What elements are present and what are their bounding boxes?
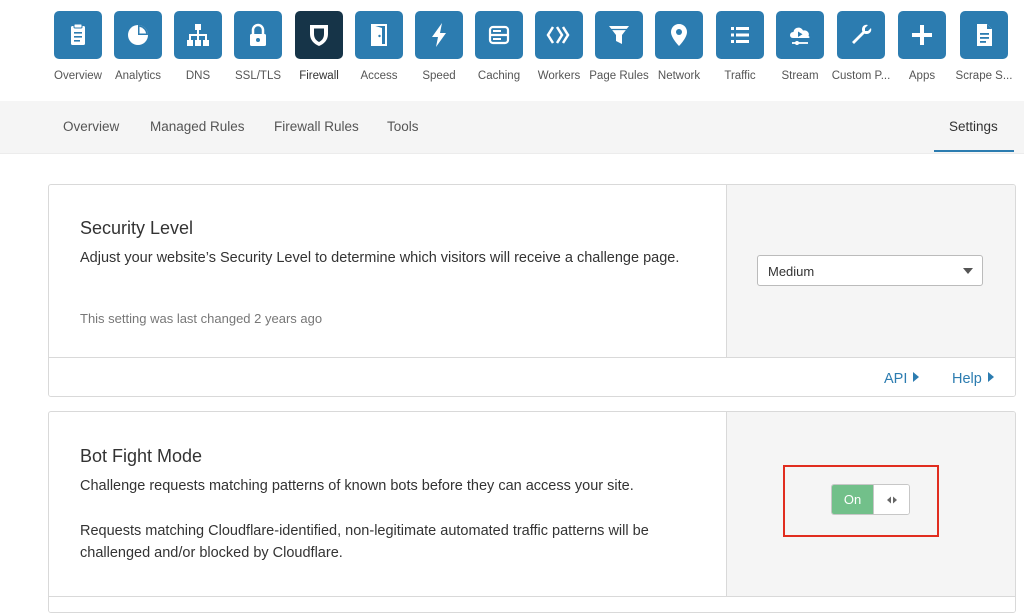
app-scrape-shield[interactable]: Scrape S... bbox=[954, 11, 1014, 82]
location-pin-icon bbox=[655, 11, 703, 59]
api-link-label: API bbox=[884, 371, 908, 387]
security-level-select[interactable]: Medium bbox=[757, 255, 983, 286]
security-level-description: Adjust your website’s Security Level to … bbox=[80, 250, 680, 266]
door-icon bbox=[355, 11, 403, 59]
security-level-select-value: Medium bbox=[768, 264, 815, 279]
highlight-box bbox=[783, 465, 939, 537]
network-tree-icon bbox=[174, 11, 222, 59]
tab-firewall-rules[interactable]: Firewall Rules bbox=[274, 119, 359, 134]
app-page-rules[interactable]: Page Rules bbox=[589, 11, 649, 82]
app-access[interactable]: Access bbox=[349, 11, 409, 82]
api-link[interactable]: API bbox=[884, 371, 920, 387]
app-label: SSL/TLS bbox=[234, 70, 282, 82]
app-label: Stream bbox=[781, 70, 819, 82]
workers-icon bbox=[535, 11, 583, 59]
app-label: Custom P... bbox=[831, 70, 891, 82]
bot-fight-mode-description: Challenge requests matching patterns of … bbox=[80, 478, 634, 494]
pie-chart-icon bbox=[114, 11, 162, 59]
security-level-footer: API Help bbox=[49, 357, 1015, 396]
security-level-card: Security Level Adjust your website’s Sec… bbox=[48, 184, 1016, 397]
app-analytics[interactable]: Analytics bbox=[108, 11, 168, 82]
bot-fight-mode-card: Bot Fight Mode Challenge requests matchi… bbox=[48, 411, 1016, 613]
bot-fight-mode-footer bbox=[49, 596, 1015, 612]
security-level-title: Security Level bbox=[80, 218, 194, 238]
security-level-control: Medium bbox=[726, 185, 1015, 357]
security-level-body: Security Level Adjust your website’s Sec… bbox=[49, 185, 726, 357]
app-label: Network bbox=[657, 70, 701, 82]
app-workers[interactable]: Workers bbox=[529, 11, 589, 82]
chevron-down-icon bbox=[963, 268, 973, 274]
app-ssl-tls[interactable]: SSL/TLS bbox=[228, 11, 288, 82]
app-speed[interactable]: Speed bbox=[409, 11, 469, 82]
app-firewall[interactable]: Firewall bbox=[289, 11, 349, 82]
tab-settings[interactable]: Settings bbox=[949, 119, 998, 134]
bot-fight-mode-detail: Requests matching Cloudflare-identified,… bbox=[80, 523, 649, 561]
bot-fight-mode-title: Bot Fight Mode bbox=[80, 446, 203, 466]
help-link[interactable]: Help bbox=[952, 371, 994, 387]
caret-right-icon bbox=[987, 372, 994, 382]
app-apps[interactable]: Apps bbox=[892, 11, 952, 82]
app-custom-pages[interactable]: Custom P... bbox=[831, 11, 891, 82]
firewall-subnav: Overview Managed Rules Firewall Rules To… bbox=[0, 101, 1024, 154]
document-icon bbox=[960, 11, 1008, 59]
tab-overview[interactable]: Overview bbox=[63, 119, 119, 134]
plus-icon bbox=[898, 11, 946, 59]
caret-right-icon bbox=[913, 372, 920, 382]
app-overview[interactable]: Overview bbox=[48, 11, 108, 82]
server-icon bbox=[475, 11, 523, 59]
cloud-play-icon bbox=[776, 11, 824, 59]
help-link-label: Help bbox=[952, 371, 982, 387]
app-icon-bar: Overview Analytics DNS SSL/TLS Firewall … bbox=[0, 0, 1024, 102]
lock-icon bbox=[234, 11, 282, 59]
active-tab-indicator bbox=[934, 150, 1014, 152]
tab-managed-rules[interactable]: Managed Rules bbox=[150, 119, 245, 134]
security-level-last-changed: This setting was last changed 2 years ag… bbox=[80, 311, 323, 326]
filter-icon bbox=[595, 11, 643, 59]
wrench-icon bbox=[837, 11, 885, 59]
app-network[interactable]: Network bbox=[649, 11, 709, 82]
app-label: Scrape S... bbox=[955, 70, 1013, 82]
clipboard-icon bbox=[54, 11, 102, 59]
tab-tools[interactable]: Tools bbox=[387, 119, 419, 134]
bot-fight-mode-control: On bbox=[726, 412, 1015, 596]
shield-icon bbox=[295, 11, 343, 59]
lightning-icon bbox=[415, 11, 463, 59]
app-stream[interactable]: Stream bbox=[770, 11, 830, 82]
bot-fight-mode-body: Bot Fight Mode Challenge requests matchi… bbox=[49, 412, 726, 596]
app-label: Apps bbox=[908, 70, 936, 82]
app-dns[interactable]: DNS bbox=[168, 11, 228, 82]
app-traffic[interactable]: Traffic bbox=[710, 11, 770, 82]
app-caching[interactable]: Caching bbox=[469, 11, 529, 82]
list-icon bbox=[716, 11, 764, 59]
